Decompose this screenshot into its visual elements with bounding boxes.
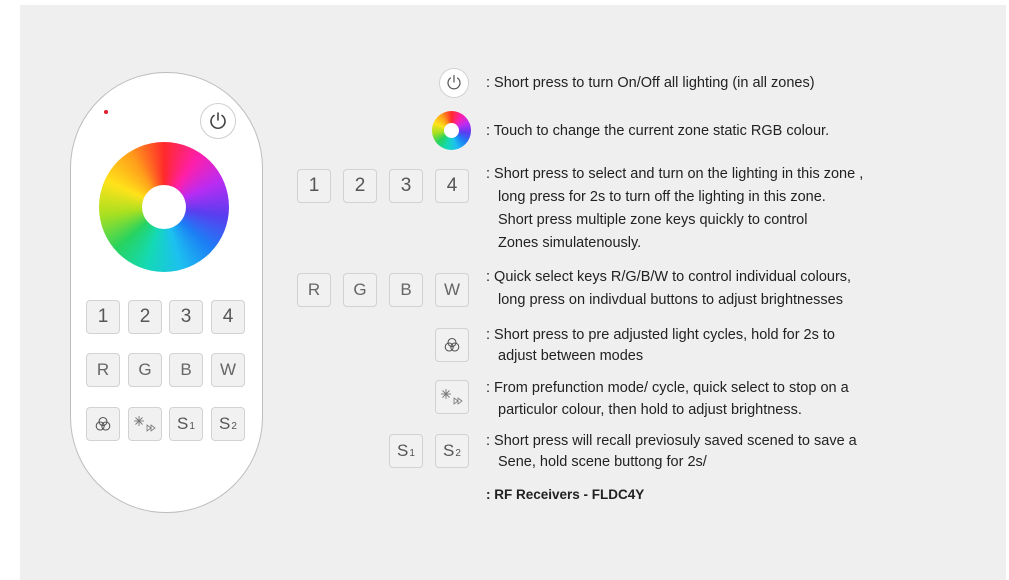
legend-colors-line-2: long press on indivdual buttons to adjus… [498, 292, 843, 308]
legend-cycles-line-1: : Short press to pre adjusted light cycl… [486, 327, 835, 343]
legend-color-key-g: G [343, 273, 377, 307]
power-icon [447, 74, 461, 90]
sparkle-play-icon [134, 416, 156, 432]
zone-key-1[interactable]: 1 [86, 300, 120, 334]
zone-key-3[interactable]: 3 [169, 300, 203, 334]
scene-key-2-sub: 2 [231, 420, 237, 432]
legend-color-key-r: R [297, 273, 331, 307]
color-key-g[interactable]: G [128, 353, 162, 387]
legend-scene-key-1-sub: 1 [409, 447, 415, 459]
scene-key-2[interactable]: S2 [211, 407, 245, 441]
legend-prefunction-line-2: particulor colour, then hold to adjust b… [498, 402, 802, 418]
legend-scene-key-2-sub: 2 [455, 447, 461, 459]
legend-power-button [439, 68, 469, 98]
legend-cycle-key [435, 328, 469, 362]
legend-prefunction-line-1: : From prefunction mode/ cycle, quick se… [486, 380, 849, 396]
legend-scenes-line-2: Sene, hold scene buttong for 2s/ [498, 454, 707, 470]
scene-key-1-label: S [177, 414, 189, 433]
remote-body [70, 72, 263, 513]
legend-zones-line-1: : Short press to select and turn on the … [486, 166, 864, 182]
legend-power-text: : Short press to turn On/Off all lightin… [486, 75, 815, 91]
legend-color-key-b: B [389, 273, 423, 307]
legend-receivers-text: : RF Receivers - FLDC4Y [486, 487, 645, 502]
scene-key-1[interactable]: S1 [169, 407, 203, 441]
scene-key-2-label: S [219, 414, 231, 433]
legend-zone-key-2: 2 [343, 169, 377, 203]
legend-zone-key-3: 3 [389, 169, 423, 203]
legend-zones-line-4: Zones simulatenously. [498, 235, 642, 251]
legend-colors-line-1: : Quick select keys R/G/B/W to control i… [486, 269, 852, 285]
power-icon [210, 112, 226, 129]
legend-color-key-w: W [435, 273, 469, 307]
color-wheel-center [142, 185, 186, 229]
cycle-icon [444, 337, 460, 352]
legend-color-wheel-center [444, 123, 459, 138]
prefunction-key[interactable] [128, 407, 162, 441]
color-key-w[interactable]: W [211, 353, 245, 387]
legend-scenes-line-1: : Short press will recall previosuly sav… [486, 433, 857, 449]
zone-key-4[interactable]: 4 [211, 300, 245, 334]
legend-zone-key-1: 1 [297, 169, 331, 203]
color-key-b[interactable]: B [169, 353, 203, 387]
color-wheel[interactable] [99, 142, 229, 272]
legend-wheel-text: : Touch to change the current zone stati… [486, 123, 830, 139]
cycle-key[interactable] [86, 407, 120, 441]
legend-cycles-line-2: adjust between modes [498, 348, 644, 364]
legend-zones-line-2: long press for 2s to turn off the lighti… [498, 189, 826, 205]
legend-scene-key-1-label: S [397, 441, 409, 460]
legend-scene-key-2-label: S [443, 441, 455, 460]
legend-color-wheel [432, 111, 471, 150]
legend-zones-line-3: Short press multiple zone keys quickly t… [498, 212, 808, 228]
color-key-r[interactable]: R [86, 353, 120, 387]
power-button[interactable] [200, 103, 236, 139]
legend-scene-key-1: S1 [389, 434, 423, 468]
legend-zone-key-4: 4 [435, 169, 469, 203]
sparkle-play-icon [441, 389, 463, 405]
indicator-led [104, 110, 108, 114]
cycle-icon [95, 416, 111, 431]
scene-key-1-sub: 1 [189, 420, 195, 432]
zone-key-2[interactable]: 2 [128, 300, 162, 334]
legend-scene-key-2: S2 [435, 434, 469, 468]
legend-prefunction-key [435, 380, 469, 414]
